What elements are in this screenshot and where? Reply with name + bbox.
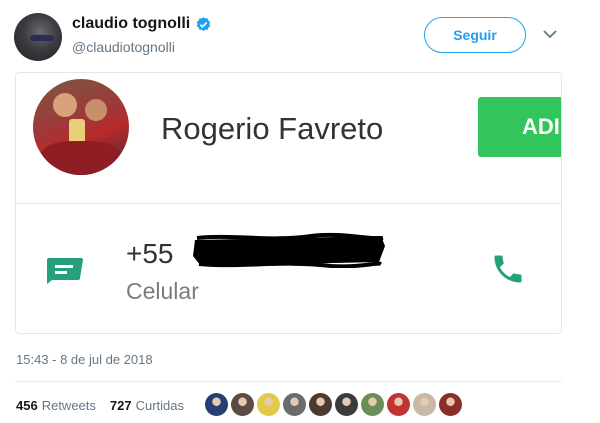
chevron-down-icon[interactable] bbox=[542, 28, 558, 40]
author-handle[interactable]: @claudiotognolli bbox=[72, 39, 175, 55]
follow-button[interactable]: Seguir bbox=[424, 17, 526, 53]
contact-photo bbox=[33, 79, 129, 175]
likes-label[interactable]: Curtidas bbox=[136, 398, 184, 413]
author-avatar[interactable] bbox=[14, 13, 62, 61]
liker-avatar[interactable] bbox=[361, 393, 384, 416]
add-contact-button: ADI bbox=[478, 97, 561, 157]
liker-avatar[interactable] bbox=[309, 393, 332, 416]
liker-avatar[interactable] bbox=[283, 393, 306, 416]
retweets-count[interactable]: 456 bbox=[16, 398, 38, 413]
contact-phone-section: +55 Celular bbox=[16, 205, 561, 333]
redaction-scribble bbox=[193, 232, 385, 268]
liker-avatar[interactable] bbox=[231, 393, 254, 416]
likes-count[interactable]: 727 bbox=[110, 398, 132, 413]
tweet-stats: 456 Retweets 727 Curtidas bbox=[16, 398, 184, 413]
divider bbox=[15, 381, 562, 382]
phone-icon bbox=[494, 255, 522, 283]
likers-avatars bbox=[205, 393, 462, 416]
phone-type-label: Celular bbox=[126, 278, 199, 304]
phone-number: +55 bbox=[126, 238, 174, 269]
liker-avatar[interactable] bbox=[205, 393, 228, 416]
liker-avatar[interactable] bbox=[413, 393, 436, 416]
verified-badge-icon bbox=[196, 16, 211, 31]
contact-header: Rogerio Favreto ADI bbox=[16, 73, 561, 204]
liker-avatar[interactable] bbox=[257, 393, 280, 416]
liker-avatar[interactable] bbox=[335, 393, 358, 416]
contact-name: Rogerio Favreto bbox=[161, 111, 384, 146]
tweet-timestamp[interactable]: 15:43 - 8 de jul de 2018 bbox=[16, 352, 153, 367]
contact-card-image[interactable]: Rogerio Favreto ADI +55 Celular bbox=[15, 72, 562, 334]
liker-avatar[interactable] bbox=[439, 393, 462, 416]
retweets-label[interactable]: Retweets bbox=[42, 398, 96, 413]
author-name-row: claudio tognolli bbox=[72, 15, 212, 33]
liker-avatar[interactable] bbox=[387, 393, 410, 416]
author-name[interactable]: claudio tognolli bbox=[72, 15, 190, 33]
message-icon bbox=[47, 258, 83, 284]
